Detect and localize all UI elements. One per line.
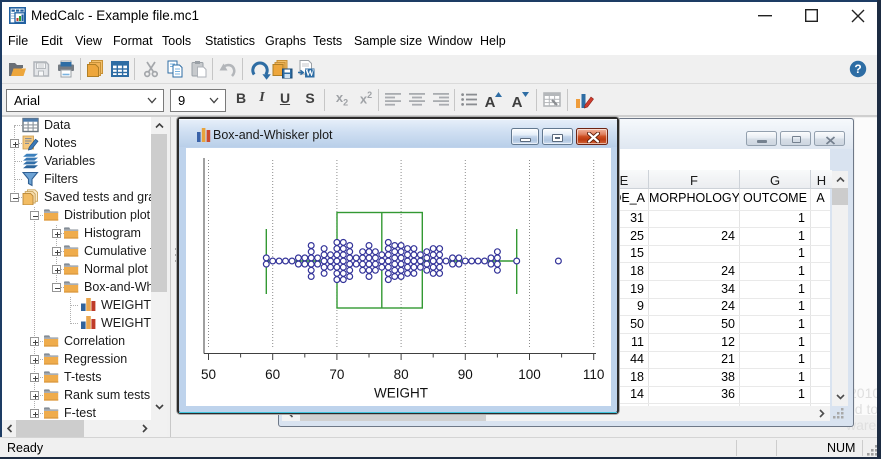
svg-text:100: 100 [518, 367, 541, 382]
svg-text:A: A [485, 94, 496, 109]
svg-text:80: 80 [394, 367, 409, 382]
svg-text:70: 70 [329, 367, 344, 382]
svg-text:90: 90 [458, 367, 473, 382]
svg-text:60: 60 [265, 367, 280, 382]
svg-text:WEIGHT: WEIGHT [374, 386, 428, 401]
svg-text:W: W [305, 68, 314, 78]
svg-text:?: ? [854, 62, 861, 76]
svg-text:110: 110 [583, 367, 605, 382]
svg-text:A: A [512, 94, 523, 109]
svg-text:50: 50 [201, 367, 216, 382]
